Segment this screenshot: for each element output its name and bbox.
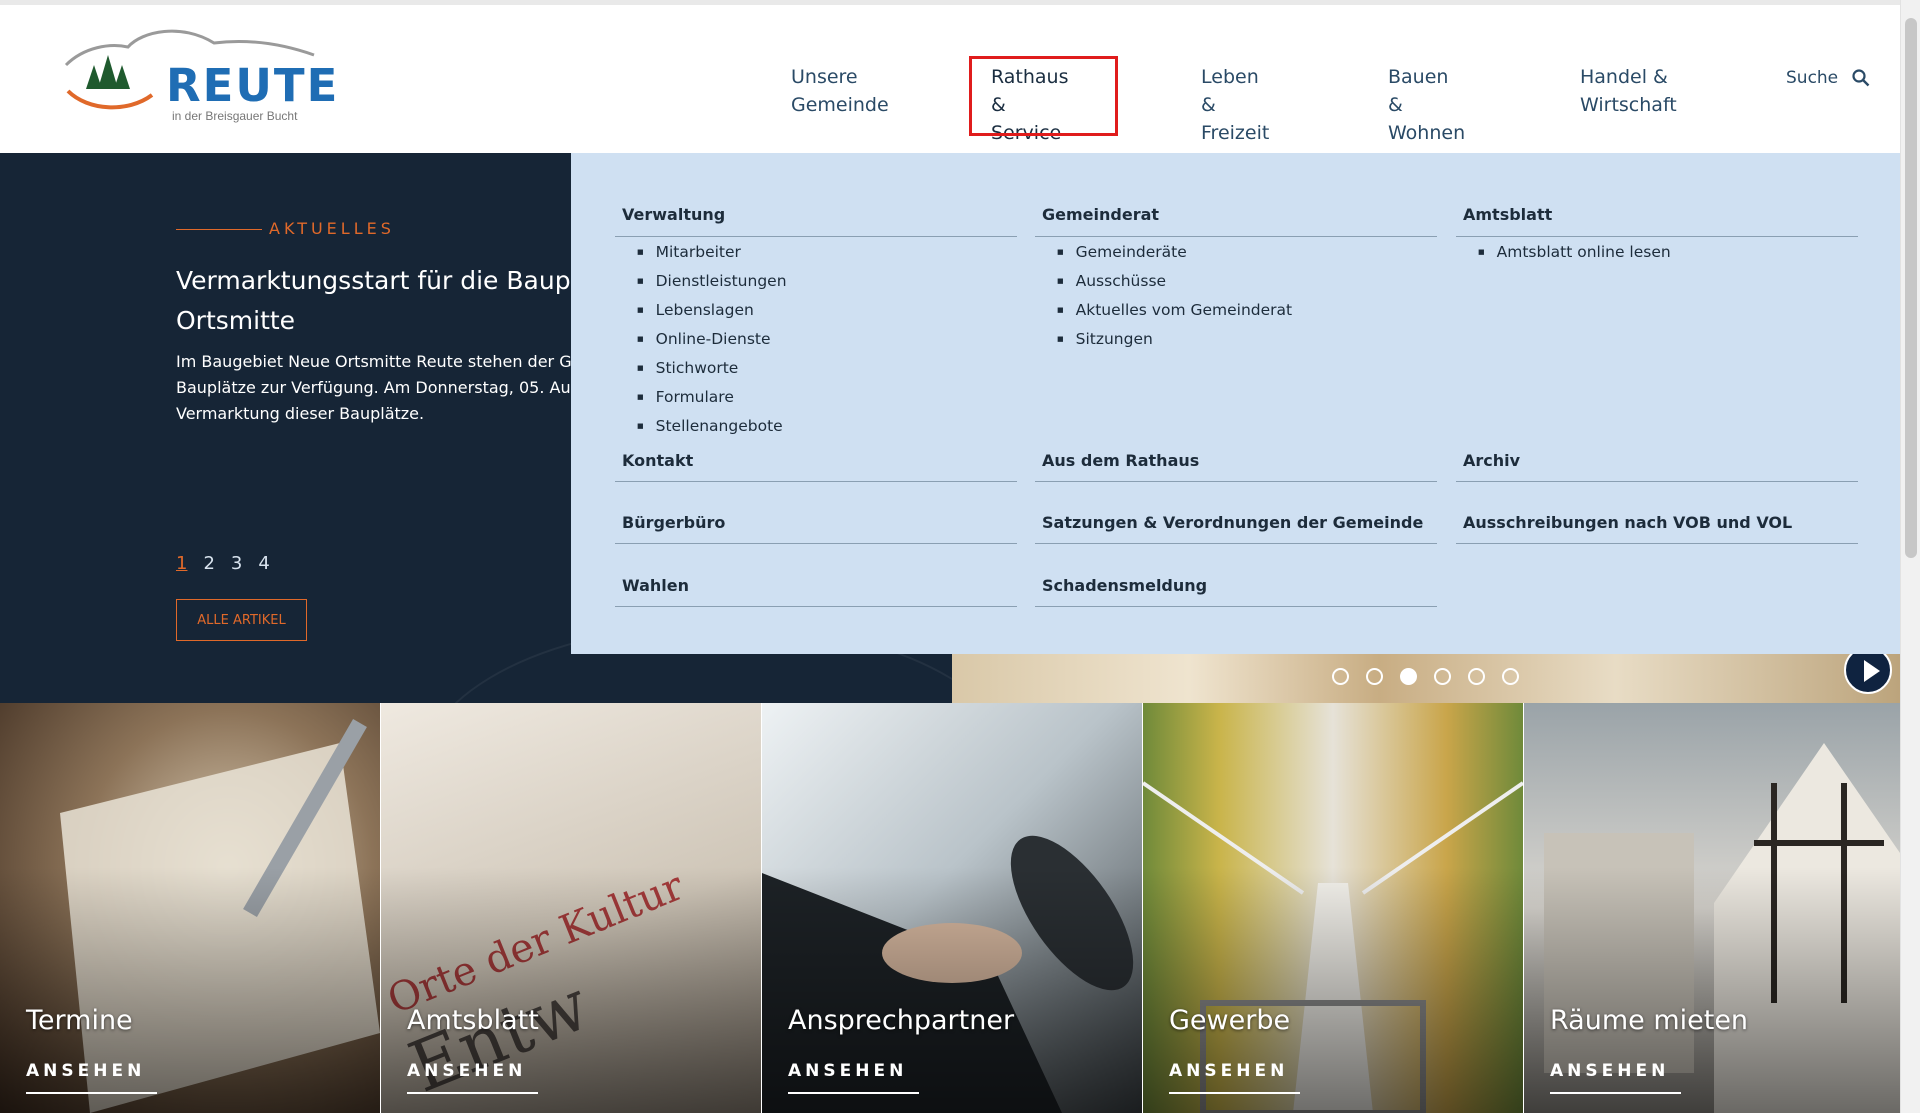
menu-link[interactable]: Stichworte	[637, 355, 1017, 384]
tile-cta-underline	[788, 1092, 919, 1094]
mega-menu-rathaus: Verwaltung Mitarbeiter Dienstleistungen …	[571, 153, 1900, 654]
menu-head-kontakt[interactable]: Kontakt	[615, 442, 1017, 482]
menu-head-buergerbuero[interactable]: Bürgerbüro	[615, 504, 1017, 544]
pager-page-4[interactable]: 4	[258, 553, 269, 574]
tile-cta[interactable]: ANSEHEN	[788, 1061, 907, 1081]
menu-link[interactable]: Formulare	[637, 384, 1017, 413]
nav-item-leben-freizeit[interactable]: Leben & Freizeit	[1201, 63, 1269, 147]
tile-cta-underline	[26, 1092, 157, 1094]
search-icon	[1852, 69, 1870, 87]
site-header: REUTE in der Breisgauer Bucht Unsere Gem…	[0, 5, 1900, 158]
menu-head-satzungen[interactable]: Satzungen & Verordnungen der Gemeinde	[1035, 504, 1437, 544]
tile-title: Gewerbe	[1169, 1005, 1291, 1036]
tile-cta-underline	[407, 1092, 538, 1094]
menu-link[interactable]: Mitarbeiter	[637, 239, 1017, 268]
menu-link[interactable]: Aktuelles vom Gemeinderat	[1057, 297, 1437, 326]
active-nav-highlight	[969, 56, 1118, 136]
menu-head-schadensmeldung[interactable]: Schadensmeldung	[1035, 567, 1437, 607]
tile-title: Amtsblatt	[407, 1005, 539, 1036]
quicklink-tiles: Termine ANSEHEN Orte der Kultur Entw Amt…	[0, 703, 1900, 1113]
pager-page-1[interactable]: 1	[176, 553, 187, 574]
tile-cta[interactable]: ANSEHEN	[1550, 1061, 1669, 1081]
menu-link[interactable]: Lebenslagen	[637, 297, 1017, 326]
menu-head-archiv[interactable]: Archiv	[1456, 442, 1858, 482]
hero-pager: 1 2 3 4	[176, 553, 270, 574]
all-articles-button[interactable]: ALLE ARTIKEL	[176, 599, 307, 641]
slider-dots	[1332, 668, 1519, 685]
slider-dot[interactable]	[1366, 668, 1383, 685]
logo-tagline: in der Breisgauer Bucht	[172, 109, 298, 123]
menu-head-aus-dem-rathaus[interactable]: Aus dem Rathaus	[1035, 442, 1437, 482]
tile-cta[interactable]: ANSEHEN	[407, 1061, 526, 1081]
menu-link[interactable]: Amtsblatt online lesen	[1478, 239, 1858, 268]
nav-item-handel-wirtschaft[interactable]: Handel & Wirtschaft	[1580, 63, 1677, 119]
tile-title: Ansprechpartner	[788, 1005, 1015, 1036]
tile-termine[interactable]: Termine ANSEHEN	[0, 703, 380, 1113]
tile-cta[interactable]: ANSEHEN	[26, 1061, 145, 1081]
pager-page-2[interactable]: 2	[203, 553, 214, 574]
page-scrollbar[interactable]	[1900, 0, 1920, 1113]
menu-link[interactable]: Sitzungen	[1057, 326, 1437, 355]
menu-head-verwaltung[interactable]: Verwaltung	[615, 197, 1017, 237]
tile-title: Räume mieten	[1550, 1005, 1749, 1036]
menu-link[interactable]: Gemeinderäte	[1057, 239, 1437, 268]
tile-ansprechpartner[interactable]: Ansprechpartner ANSEHEN	[762, 703, 1142, 1113]
menu-link[interactable]: Stellenangebote	[637, 413, 1017, 442]
hero-kicker: AKTUELLES	[269, 219, 395, 238]
search-button[interactable]: Suche	[1786, 68, 1870, 88]
menu-head-amtsblatt[interactable]: Amtsblatt	[1456, 197, 1858, 237]
menu-col-amtsblatt: Amtsblatt Amtsblatt online lesen	[1456, 197, 1858, 268]
menu-link[interactable]: Dienstleistungen	[637, 268, 1017, 297]
tile-cta-underline	[1550, 1092, 1681, 1094]
menu-head-wahlen[interactable]: Wahlen	[615, 567, 1017, 607]
slider-dot[interactable]	[1468, 668, 1485, 685]
tile-raeume-mieten[interactable]: Räume mieten ANSEHEN	[1524, 703, 1900, 1113]
scrollbar-thumb[interactable]	[1905, 18, 1917, 558]
slider-dot[interactable]	[1502, 668, 1519, 685]
tile-amtsblatt[interactable]: Orte der Kultur Entw Amtsblatt ANSEHEN	[381, 703, 761, 1113]
menu-link[interactable]: Online-Dienste	[637, 326, 1017, 355]
menu-head-ausschreibungen[interactable]: Ausschreibungen nach VOB und VOL	[1456, 504, 1858, 544]
nav-item-unsere-gemeinde[interactable]: Unsere Gemeinde	[791, 63, 889, 119]
search-label: Suche	[1786, 68, 1839, 88]
kicker-line	[176, 229, 262, 230]
pager-page-3[interactable]: 3	[231, 553, 242, 574]
slider-dot-active[interactable]	[1400, 668, 1417, 685]
menu-head-gemeinderat[interactable]: Gemeinderat	[1035, 197, 1437, 237]
slider-dot[interactable]	[1434, 668, 1451, 685]
tile-cta[interactable]: ANSEHEN	[1169, 1061, 1288, 1081]
menu-link[interactable]: Ausschüsse	[1057, 268, 1437, 297]
slider-dot[interactable]	[1332, 668, 1349, 685]
menu-col-verwaltung: Verwaltung Mitarbeiter Dienstleistungen …	[615, 197, 1017, 442]
menu-col-gemeinderat: Gemeinderat Gemeinderäte Ausschüsse Aktu…	[1035, 197, 1437, 355]
tile-cta-underline	[1169, 1092, 1300, 1094]
tile-title: Termine	[26, 1005, 133, 1036]
site-logo[interactable]: REUTE in der Breisgauer Bucht	[64, 25, 337, 125]
nav-item-bauen-wohnen[interactable]: Bauen & Wohnen	[1388, 63, 1465, 147]
tile-gewerbe[interactable]: Gewerbe ANSEHEN	[1143, 703, 1523, 1113]
logo-word: REUTE	[166, 59, 340, 112]
